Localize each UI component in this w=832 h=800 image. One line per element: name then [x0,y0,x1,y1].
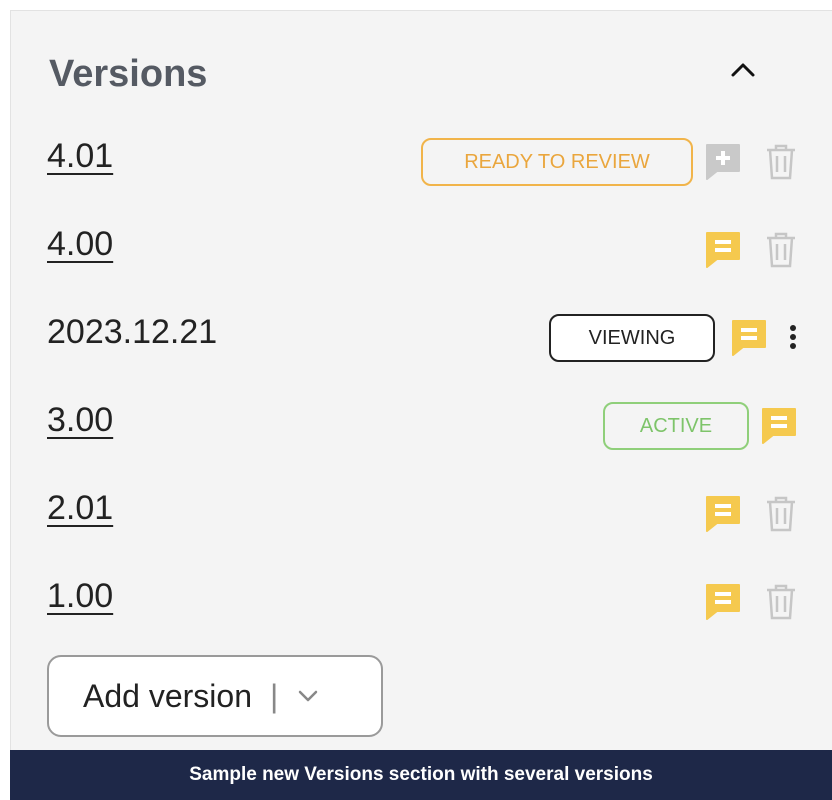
add-version-button[interactable]: Add version | [47,655,383,737]
section-title: Versions [49,53,208,95]
version-row-current: 2023.12.21 VIEWING [11,305,832,365]
trash-icon[interactable] [759,579,803,623]
footer-caption: Sample new Versions section with several… [189,764,653,785]
current-version-label: 2023.12.21 [47,313,218,351]
version-row: 4.01 READY TO REVIEW [11,129,832,189]
status-badge-active: ACTIVE [603,402,749,450]
status-badge-viewing: VIEWING [549,314,715,362]
status-badge-ready-to-review: READY TO REVIEW [421,138,693,186]
add-version-label: Add version [83,677,252,714]
version-row: 4.00 [11,217,832,277]
chevron-down-icon[interactable] [294,682,322,710]
version-link[interactable]: 4.00 [47,225,113,264]
version-row: 1.00 [11,569,832,629]
comment-icon[interactable] [701,227,745,271]
versions-panel: Versions 4.01 READY TO REVIEW 4.00 2023.… [10,10,832,750]
version-link[interactable]: 2.01 [47,489,113,528]
add-comment-icon[interactable] [701,139,745,183]
more-vertical-icon[interactable] [783,315,803,359]
comment-icon[interactable] [727,315,771,359]
button-separator: | [269,677,279,714]
collapse-chevron-up-icon[interactable] [723,51,763,91]
trash-icon[interactable] [759,491,803,535]
version-link[interactable]: 3.00 [47,401,113,440]
version-row: 3.00 ACTIVE [11,393,832,453]
version-row: 2.01 [11,481,832,541]
footer-caption-bar: Sample new Versions section with several… [10,750,832,800]
version-link[interactable]: 1.00 [47,577,113,616]
trash-icon[interactable] [759,139,803,183]
comment-icon[interactable] [701,579,745,623]
version-link[interactable]: 4.01 [47,137,113,176]
trash-icon[interactable] [759,227,803,271]
comment-icon[interactable] [757,403,801,447]
comment-icon[interactable] [701,491,745,535]
